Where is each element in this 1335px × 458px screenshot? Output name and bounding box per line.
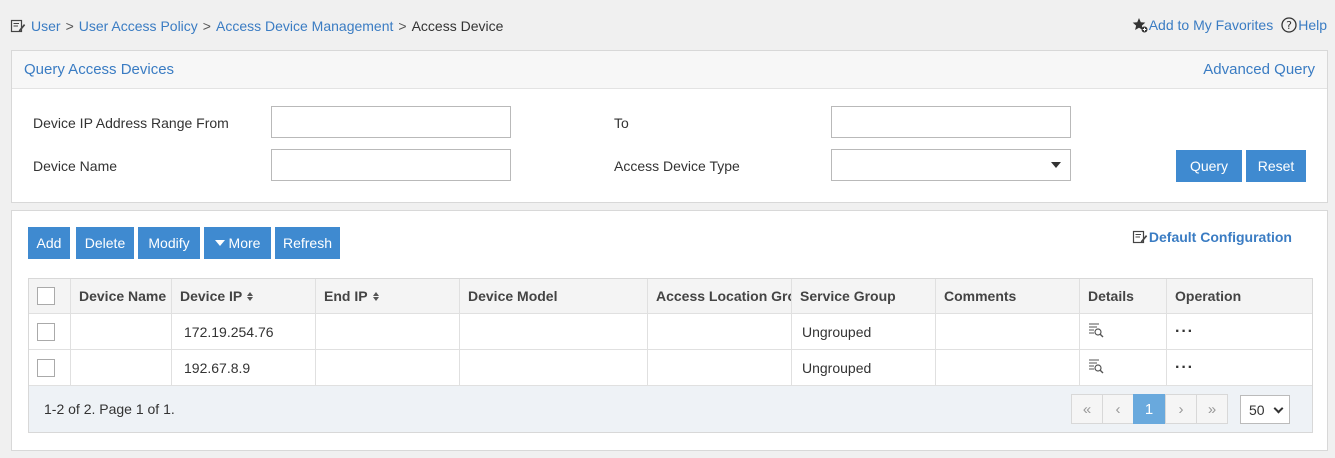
more-actions-icon[interactable]: ··· [1175, 323, 1194, 340]
table-header-row: Device Name Device IP End IP Device Mode… [29, 279, 1312, 314]
column-label: Device IP [180, 288, 243, 304]
device-ip-cell: 172.19.254.76 [172, 314, 316, 349]
device-table: Device Name Device IP End IP Device Mode… [28, 278, 1313, 433]
access-location-group-cell [648, 350, 792, 385]
end-ip-cell [316, 314, 460, 349]
refresh-button[interactable]: Refresh [275, 227, 340, 259]
breadcrumb-user[interactable]: User [31, 18, 61, 34]
column-header-device-model[interactable]: Device Model [460, 279, 648, 313]
breadcrumb-access-device-management[interactable]: Access Device Management [216, 18, 393, 34]
caret-down-icon [1051, 162, 1061, 168]
column-header-details: Details [1080, 279, 1167, 313]
table-row[interactable]: 172.19.254.76 Ungrouped ··· [29, 314, 1312, 350]
breadcrumb: User > User Access Policy > Access Devic… [10, 18, 503, 34]
device-name-input[interactable] [271, 149, 511, 181]
column-header-operation: Operation [1175, 288, 1242, 304]
ip-to-input[interactable] [831, 106, 1071, 138]
next-page-button[interactable]: › [1165, 394, 1197, 424]
ip-from-label: Device IP Address Range From [33, 115, 229, 131]
operation-cell: ··· [1167, 350, 1312, 385]
breadcrumb-separator: > [202, 18, 211, 34]
page-size-value: 50 [1249, 401, 1265, 418]
column-header-end-ip[interactable]: End IP [316, 279, 460, 313]
page-1-button[interactable]: 1 [1133, 394, 1165, 424]
column-header-device-ip[interactable]: Device IP [172, 279, 316, 313]
device-list-panel: Add Delete Modify More Refresh Default C… [11, 210, 1328, 451]
ip-to-label: To [614, 115, 629, 131]
add-to-favorites-link[interactable]: Add to My Favorites [1132, 17, 1274, 33]
reset-button[interactable]: Reset [1246, 150, 1306, 182]
svg-text:?: ? [1286, 19, 1292, 32]
modify-button[interactable]: Modify [138, 227, 200, 259]
access-location-group-cell [648, 314, 792, 349]
breadcrumb-current: Access Device [411, 18, 504, 34]
device-name-cell [71, 314, 172, 349]
advanced-query-link[interactable]: Advanced Query [1203, 61, 1315, 78]
end-ip-cell [316, 350, 460, 385]
row-select-cell [29, 350, 71, 385]
select-all-checkbox[interactable] [37, 287, 55, 305]
star-add-icon [1132, 17, 1148, 33]
breadcrumb-user-access-policy[interactable]: User Access Policy [79, 18, 198, 34]
more-button[interactable]: More [204, 227, 271, 259]
breadcrumb-separator: > [398, 18, 407, 34]
add-button[interactable]: Add [28, 227, 70, 259]
comments-cell [936, 350, 1080, 385]
last-page-button[interactable]: » [1196, 394, 1228, 424]
service-group-cell: Ungrouped [792, 350, 936, 385]
help-label: Help [1298, 17, 1327, 33]
first-page-button[interactable]: « [1071, 394, 1103, 424]
row-checkbox[interactable] [37, 358, 55, 377]
sort-icon[interactable] [372, 291, 379, 301]
query-button[interactable]: Query [1176, 150, 1242, 182]
prev-page-button[interactable]: ‹ [1102, 394, 1134, 424]
row-checkbox[interactable] [37, 322, 55, 341]
details-icon[interactable] [1088, 358, 1104, 377]
device-model-cell [460, 350, 648, 385]
query-panel-header: Query Access Devices Advanced Query [12, 51, 1327, 89]
query-panel-title[interactable]: Query Access Devices [24, 61, 174, 78]
chevron-down-icon [1273, 403, 1284, 414]
details-cell [1080, 350, 1167, 385]
pagination-summary: 1-2 of 2. Page 1 of 1. [44, 401, 175, 417]
add-to-favorites-label: Add to My Favorites [1148, 17, 1274, 33]
row-select-cell [29, 314, 71, 349]
breadcrumb-separator: > [65, 18, 74, 34]
help-circle-icon: ? [1281, 17, 1297, 33]
query-panel: Query Access Devices Advanced Query Devi… [11, 50, 1328, 203]
device-type-select[interactable] [831, 149, 1071, 181]
sort-icon[interactable] [247, 291, 254, 301]
column-header-device-name[interactable]: Device Name [71, 279, 172, 313]
details-cell [1080, 314, 1167, 349]
ip-from-input[interactable] [271, 106, 511, 138]
help-link[interactable]: ? Help [1281, 17, 1327, 33]
edit-config-icon [1132, 229, 1148, 245]
more-label: More [228, 235, 261, 251]
details-icon[interactable] [1088, 322, 1104, 341]
comments-cell [936, 314, 1080, 349]
operation-cell: ··· [1167, 314, 1312, 349]
device-name-label: Device Name [33, 158, 118, 174]
top-links: Add to My Favorites ? Help [1132, 17, 1327, 33]
column-label: End IP [324, 288, 368, 304]
device-type-label: Access Device Type [614, 158, 740, 174]
top-bar: User > User Access Policy > Access Devic… [0, 0, 1335, 50]
column-header-comments[interactable]: Comments [936, 279, 1080, 313]
device-ip-cell: 192.67.8.9 [172, 350, 316, 385]
page-size-select[interactable]: 50 [1240, 395, 1290, 424]
table-row[interactable]: 192.67.8.9 Ungrouped ··· [29, 350, 1312, 386]
device-name-cell [71, 350, 172, 385]
select-all-cell [29, 279, 71, 313]
edit-icon [10, 18, 26, 34]
delete-button[interactable]: Delete [76, 227, 134, 259]
caret-down-icon [214, 240, 225, 246]
pagination-bar: 1-2 of 2. Page 1 of 1. « ‹ 1 › » 50 [29, 386, 1312, 432]
more-actions-icon[interactable]: ··· [1175, 359, 1194, 376]
service-group-cell: Ungrouped [792, 314, 936, 349]
default-configuration-label: Default Configuration [1148, 229, 1292, 245]
device-model-cell [460, 314, 648, 349]
default-configuration-link[interactable]: Default Configuration [1132, 229, 1292, 245]
column-header-service-group[interactable]: Service Group [792, 279, 936, 313]
column-header-access-location-group[interactable]: Access Location Group [648, 279, 792, 313]
